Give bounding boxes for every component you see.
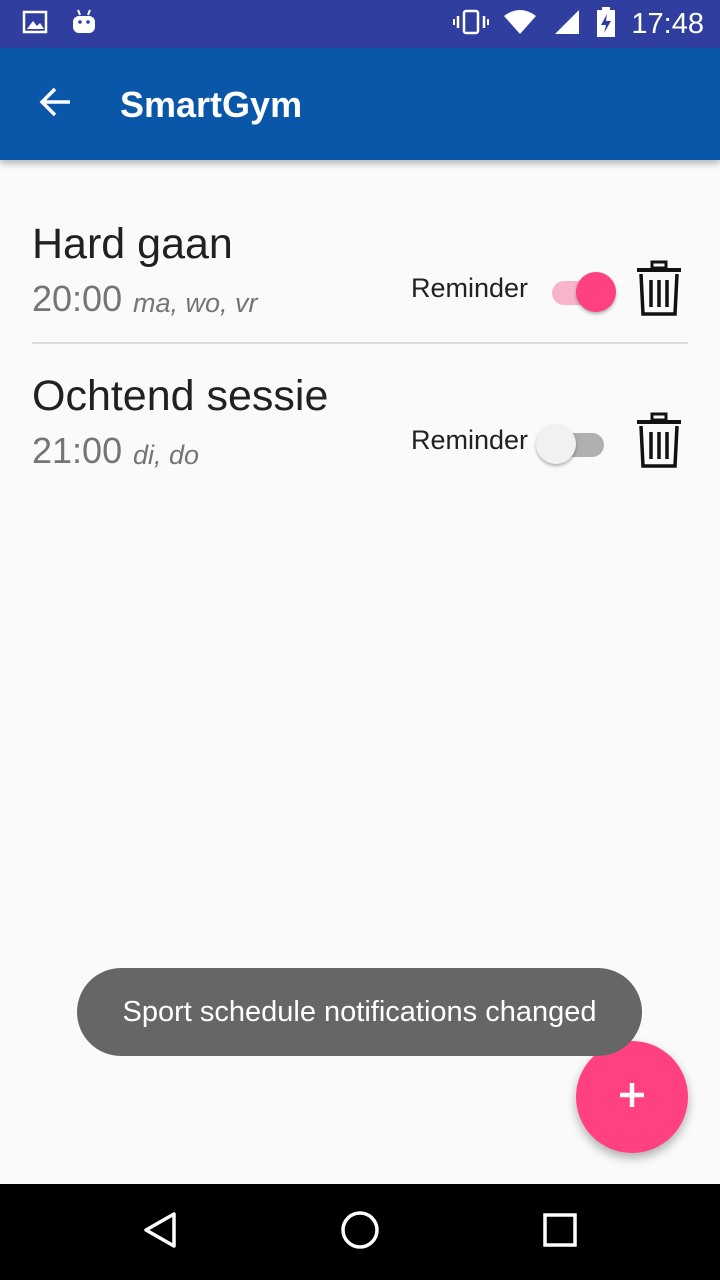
wifi-icon [503,8,537,41]
schedule-days: di, do [133,440,200,470]
trash-icon [632,412,686,474]
android-icon [70,8,98,41]
home-circle-icon [339,1209,381,1256]
status-bar: 17:48 [0,0,720,48]
reminder-toggle[interactable] [536,422,620,466]
plus-icon [616,1079,648,1116]
add-schedule-button[interactable] [576,1041,688,1153]
nav-back-button[interactable] [128,1208,192,1256]
list-item[interactable]: Hard gaan 20:00 ma, wo, vr Reminder [0,200,720,352]
toast-message: Sport schedule notifications changed [77,968,642,1056]
divider [32,342,688,344]
nav-home-button[interactable] [328,1208,392,1256]
app-bar: SmartGym [0,48,720,160]
toggle-thumb [536,424,576,464]
app-title: SmartGym [120,84,303,125]
delete-button[interactable] [632,260,686,318]
status-clock: 17:48 [631,7,704,40]
schedule-name: Hard gaan [32,220,233,268]
schedule-time: 20:00 [32,278,123,319]
status-notifications [22,8,98,41]
reminder-toggle[interactable] [536,270,620,314]
list-item[interactable]: Ochtend sessie 21:00 di, do Reminder [0,352,720,504]
battery-charging-icon [595,6,617,43]
recents-square-icon [541,1211,579,1254]
arrow-back-icon [38,84,74,125]
schedule-days: ma, wo, vr [133,288,258,318]
schedule-name: Ochtend sessie [32,372,329,420]
nav-recents-button[interactable] [528,1208,592,1256]
vibrate-icon [453,8,490,41]
toggle-thumb [576,272,616,312]
delete-button[interactable] [632,412,686,470]
gallery-icon [22,9,48,40]
schedule-time: 21:00 [32,430,123,471]
back-button[interactable] [24,80,88,128]
nav-bar [0,1184,720,1280]
signal-icon [551,8,581,41]
schedule-list: Hard gaan 20:00 ma, wo, vr Reminder Ocht… [0,200,720,504]
back-triangle-icon [140,1210,180,1255]
reminder-label: Reminder [411,425,529,455]
status-system: 17:48 [453,0,704,48]
trash-icon [632,260,686,322]
reminder-label: Reminder [411,273,529,303]
